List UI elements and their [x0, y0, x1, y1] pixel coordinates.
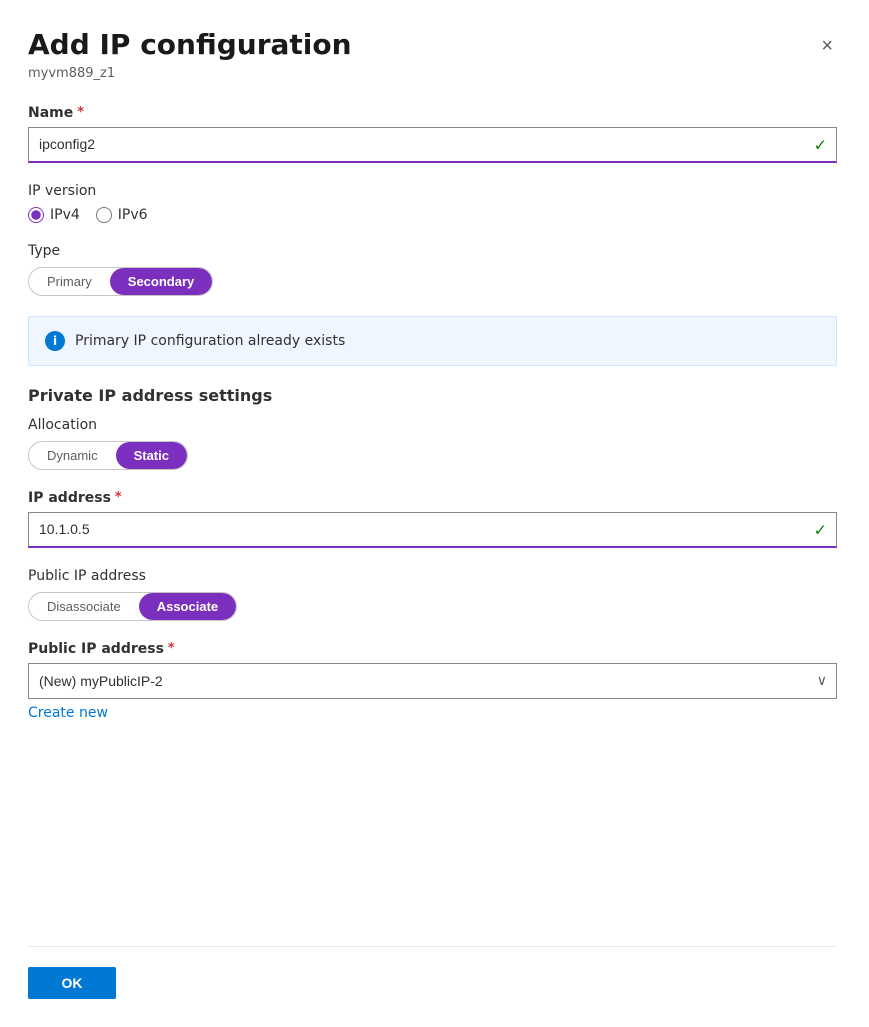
ip-address-field-group: IP address * ✓ [28, 490, 837, 548]
ip-version-label: IP version [28, 183, 837, 199]
name-input[interactable] [28, 127, 837, 163]
add-ip-configuration-panel: Add IP configuration myvm889_z1 × Name *… [0, 0, 869, 1027]
disassociate-btn[interactable]: Disassociate [29, 593, 139, 620]
panel-subtitle: myvm889_z1 [28, 66, 352, 81]
header-text: Add IP configuration myvm889_z1 [28, 28, 352, 81]
form-body: Name * ✓ IP version IPv4 IPv6 [28, 105, 837, 946]
private-ip-section-heading: Private IP address settings [28, 386, 837, 405]
ipv4-label: IPv4 [50, 207, 80, 223]
public-ip-required-star: * [168, 641, 175, 656]
public-ip-section-group: Public IP address Disassociate Associate [28, 568, 837, 621]
type-field-group: Type Primary Secondary [28, 243, 837, 296]
public-ip-label: Public IP address * [28, 641, 837, 657]
associate-btn[interactable]: Associate [139, 593, 236, 620]
allocation-field-group: Allocation Dynamic Static [28, 417, 837, 470]
ipv6-label: IPv6 [118, 207, 148, 223]
ipv4-radio[interactable] [28, 207, 44, 223]
type-secondary-btn[interactable]: Secondary [110, 268, 212, 295]
panel-title: Add IP configuration [28, 28, 352, 62]
public-ip-dropdown[interactable]: (New) myPublicIP-2 [28, 663, 837, 699]
type-label: Type [28, 243, 837, 259]
type-toggle-group: Primary Secondary [28, 267, 213, 296]
name-required-star: * [77, 105, 84, 120]
type-primary-btn[interactable]: Primary [29, 268, 110, 295]
info-banner-text: Primary IP configuration already exists [75, 333, 345, 349]
allocation-label: Allocation [28, 417, 837, 433]
ip-address-label: IP address * [28, 490, 837, 506]
info-banner: i Primary IP configuration already exist… [28, 316, 837, 366]
name-label: Name * [28, 105, 837, 121]
name-field-group: Name * ✓ [28, 105, 837, 163]
panel-header: Add IP configuration myvm889_z1 × [28, 28, 837, 81]
public-ip-section-label: Public IP address [28, 568, 837, 584]
panel-footer: OK [28, 946, 837, 1027]
ip-address-required-star: * [115, 490, 122, 505]
info-icon: i [45, 331, 65, 351]
name-check-icon: ✓ [814, 135, 827, 154]
ip-address-input-wrapper: ✓ [28, 512, 837, 548]
ip-version-field-group: IP version IPv4 IPv6 [28, 183, 837, 223]
close-button[interactable]: × [817, 32, 837, 60]
name-input-wrapper: ✓ [28, 127, 837, 163]
ip-address-input[interactable] [28, 512, 837, 548]
allocation-static-btn[interactable]: Static [116, 442, 187, 469]
ip-address-check-icon: ✓ [814, 520, 827, 539]
ip-version-radio-group: IPv4 IPv6 [28, 207, 837, 223]
allocation-toggle-group: Dynamic Static [28, 441, 188, 470]
associate-toggle-group: Disassociate Associate [28, 592, 237, 621]
public-ip-dropdown-wrapper: (New) myPublicIP-2 ∨ [28, 663, 837, 699]
ipv6-radio[interactable] [96, 207, 112, 223]
create-new-link[interactable]: Create new [28, 705, 108, 721]
public-ip-field-group: Public IP address * (New) myPublicIP-2 ∨… [28, 641, 837, 721]
ipv6-radio-item[interactable]: IPv6 [96, 207, 148, 223]
allocation-dynamic-btn[interactable]: Dynamic [29, 442, 116, 469]
ipv4-radio-item[interactable]: IPv4 [28, 207, 80, 223]
ok-button[interactable]: OK [28, 967, 116, 999]
